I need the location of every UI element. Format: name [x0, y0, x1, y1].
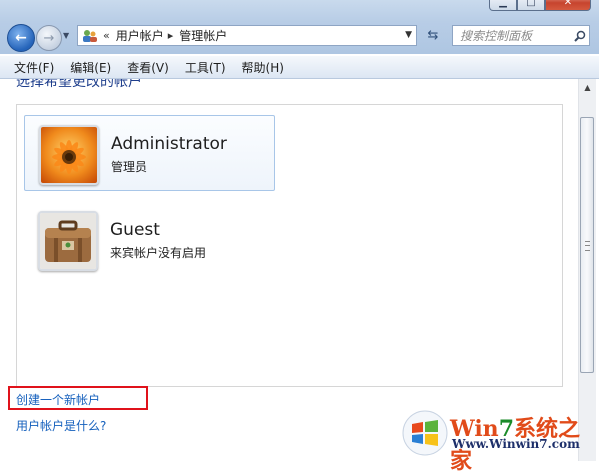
window-controls: ▁ □ ✕ — [489, 0, 591, 12]
grip-icon — [585, 241, 590, 251]
site-watermark: Win7系统之家 Www.Winwin7.com — [402, 407, 599, 474]
account-tile-administrator[interactable]: Administrator 管理员 — [24, 115, 275, 191]
account-name: Administrator — [111, 134, 227, 154]
recent-pages-dropdown[interactable]: ▼ — [63, 31, 69, 40]
menu-file[interactable]: 文件(F) — [0, 59, 62, 76]
back-arrow-icon: ← — [15, 30, 27, 46]
control-panel-users-icon — [81, 28, 99, 44]
minimize-button[interactable]: ▁ — [489, 0, 517, 11]
scrollbar-thumb[interactable] — [580, 117, 594, 373]
back-button[interactable]: ← — [7, 24, 35, 52]
address-dropdown-icon[interactable]: ▼ — [405, 30, 412, 40]
menu-tools[interactable]: 工具(T) — [177, 59, 234, 76]
refresh-button[interactable]: ⇆ — [421, 25, 445, 46]
search-icon[interactable] — [571, 30, 589, 42]
search-input[interactable]: 搜索控制面板 — [453, 27, 571, 44]
breadcrumb-user-accounts[interactable]: 用户帐户 — [116, 27, 164, 44]
create-account-link[interactable]: 创建一个新帐户 — [16, 391, 100, 408]
windows-logo-icon — [402, 410, 448, 456]
account-tile-guest[interactable]: Guest 来宾帐户没有启用 — [24, 202, 275, 278]
what-is-user-account-link[interactable]: 用户帐户是什么? — [16, 417, 106, 434]
account-name: Guest — [110, 220, 160, 240]
watermark-url: Www.Winwin7.com — [452, 437, 580, 451]
search-box[interactable]: 搜索控制面板 — [452, 25, 590, 46]
menu-help[interactable]: 帮助(H) — [234, 59, 292, 76]
menu-edit[interactable]: 编辑(E) — [62, 59, 119, 76]
close-icon: ✕ — [563, 0, 573, 8]
account-list: Administrator 管理员 Guest 来宾帐户没有启用 — [16, 104, 563, 387]
account-type: 管理员 — [111, 160, 148, 174]
refresh-icon: ⇆ — [427, 28, 439, 43]
vertical-scrollbar[interactable]: ▲ — [578, 79, 596, 461]
menu-bar: 文件(F) 编辑(E) 查看(V) 工具(T) 帮助(H) — [0, 56, 599, 79]
address-bar[interactable]: « 用户帐户 ▸ 管理帐户 ▼ — [77, 25, 417, 46]
chevron-down-icon: ▼ — [63, 31, 70, 40]
account-type: 来宾帐户没有启用 — [110, 246, 207, 260]
breadcrumb-manage-accounts[interactable]: 管理帐户 — [179, 27, 227, 44]
page-heading: 选择希望更改的帐户 — [16, 79, 142, 90]
maximize-button[interactable]: □ — [517, 0, 545, 11]
forward-arrow-icon: → — [43, 30, 55, 46]
minimize-icon: ▁ — [499, 0, 507, 8]
maximize-icon: □ — [526, 0, 536, 8]
suitcase-icon — [38, 211, 98, 271]
breadcrumb-overflow[interactable]: « — [103, 29, 110, 42]
menu-view[interactable]: 查看(V) — [119, 59, 177, 76]
breadcrumb-separator-icon[interactable]: ▸ — [168, 29, 174, 42]
content-area: 选择希望更改的帐户 Administrator 管理员 Guest 来宾帐户没有… — [0, 79, 578, 461]
close-button[interactable]: ✕ — [545, 0, 591, 11]
scroll-up-icon[interactable]: ▲ — [579, 79, 596, 96]
window-title-bar: ▁ □ ✕ ← → ▼ « 用户帐户 ▸ 管理帐户 ▼ ⇆ 搜索控制面板 — [0, 0, 599, 54]
forward-button[interactable]: → — [36, 25, 62, 51]
flower-icon — [39, 125, 99, 185]
